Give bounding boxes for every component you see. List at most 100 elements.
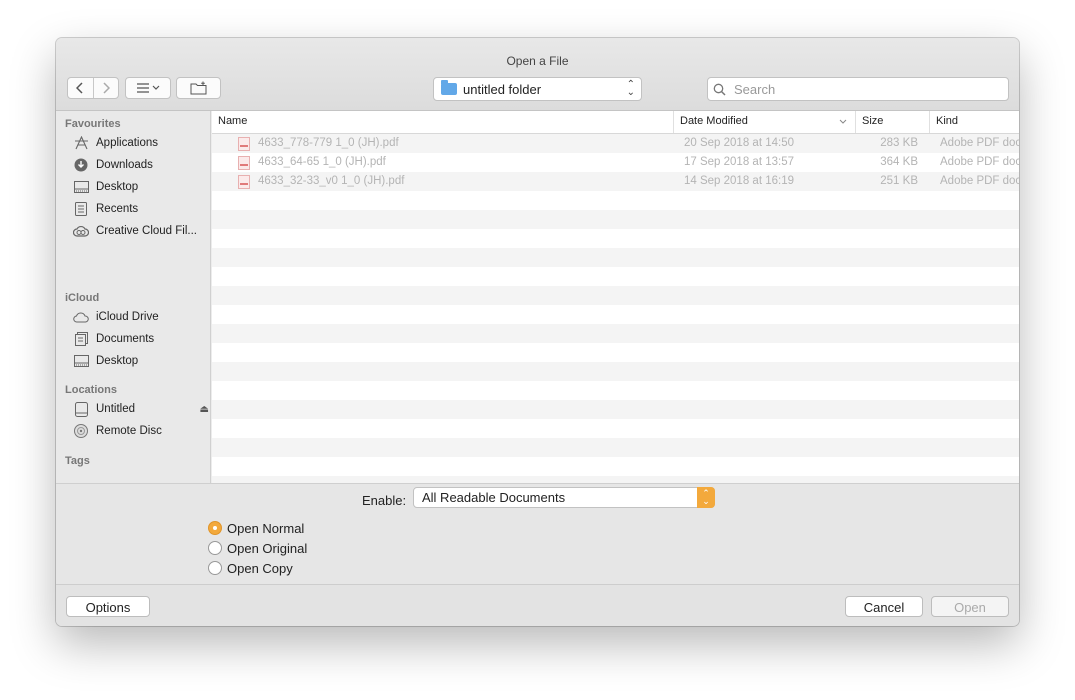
search-icon [713,83,726,96]
sidebar-item-label: Desktop [96,355,139,367]
eject-icon[interactable]: ⏏ [200,404,209,415]
radio-unselected-icon [208,541,222,555]
sidebar-item-icloud-drive[interactable]: iCloud Drive [73,307,209,327]
empty-row [212,305,1019,324]
desktop-icon [73,354,89,368]
sidebar-item-applications[interactable]: Applications [73,133,209,153]
column-header: Name Date Modified Size Kind [212,111,1019,134]
new-folder-button[interactable] [176,77,221,99]
applications-icon [73,136,89,150]
sidebar-item-recents[interactable]: Recents [73,199,209,219]
back-button[interactable] [68,78,94,98]
options-pane: Enable: All Readable Documents ⌃ ⌄ Open N… [56,483,1019,585]
downloads-icon [73,158,89,172]
file-size: 251 KB [880,175,918,187]
sidebar-item-label: Remote Disc [96,425,162,437]
file-list: Name Date Modified Size Kind 4633_778-77… [212,111,1019,483]
empty-row [212,438,1019,457]
file-kind: Adobe PDF document [940,175,1019,187]
file-size: 283 KB [880,137,918,149]
desktop-icon [73,180,89,194]
file-name: 4633_32-33_v0 1_0 (JH).pdf [258,175,405,187]
column-name[interactable]: Name [212,111,674,133]
radio-open-copy[interactable]: Open Copy [208,559,293,577]
file-kind: Adobe PDF document [940,156,1019,168]
radio-selected-icon [208,521,222,535]
sidebar-item-desktop[interactable]: Desktop [73,177,209,197]
radio-label: Open Copy [227,560,293,576]
sidebar-item-remote-disc[interactable]: Remote Disc [73,421,209,441]
empty-row [212,419,1019,438]
sidebar-item-downloads[interactable]: Downloads [73,155,209,175]
sort-chevron-down-icon [839,119,847,124]
empty-row [212,343,1019,362]
file-date: 17 Sep 2018 at 13:57 [684,156,794,168]
empty-row [212,229,1019,248]
documents-icon [73,332,89,346]
empty-row [212,191,1019,210]
disc-icon [73,424,89,438]
search-field [707,77,1009,101]
sidebar-item-documents[interactable]: Documents [73,329,209,349]
chevron-right-icon [103,82,110,94]
dialog-footer: Options Cancel Open [56,584,1019,626]
column-date-label: Date Modified [680,115,748,127]
empty-row [212,324,1019,343]
empty-row [212,362,1019,381]
view-options-button[interactable] [125,77,171,99]
search-input[interactable] [732,80,996,98]
file-row[interactable]: 4633_778-779 1_0 (JH).pdf 20 Sep 2018 at… [212,134,1019,153]
enable-select[interactable]: All Readable Documents ⌃ ⌄ [413,487,715,508]
empty-row [212,381,1019,400]
drive-icon [73,401,89,417]
sidebar-item-label: Untitled [96,403,135,415]
radio-open-original[interactable]: Open Original [208,539,307,557]
empty-row [212,400,1019,419]
file-row[interactable]: 4633_32-33_v0 1_0 (JH).pdf 14 Sep 2018 a… [212,172,1019,191]
column-kind[interactable]: Kind [930,111,1019,133]
file-name: 4633_64-65 1_0 (JH).pdf [258,156,386,168]
folder-icon [441,80,457,95]
radio-open-normal[interactable]: Open Normal [208,519,304,537]
file-date: 14 Sep 2018 at 16:19 [684,175,794,187]
recents-icon [73,202,89,216]
sidebar-header-favourites: Favourites [65,118,121,130]
empty-row [212,267,1019,286]
sidebar-header-icloud: iCloud [65,292,100,304]
location-label: untitled folder [463,81,542,97]
titlebar: Open a File untitled folder ⌃ ⌄ [56,38,1019,111]
pdf-file-icon [238,156,250,170]
open-button[interactable]: Open [931,596,1009,617]
sidebar-item-label: Documents [96,333,155,345]
radio-unselected-icon [208,561,222,575]
file-kind: Adobe PDF document [940,137,1019,149]
sidebar-item-label: iCloud Drive [96,311,159,323]
pdf-file-icon [238,137,250,151]
updown-arrows-icon: ⌃ ⌄ [626,79,635,98]
sidebar-item-icloud-desktop[interactable]: Desktop [73,351,209,371]
sidebar-item-label: Downloads [96,159,153,171]
options-button[interactable]: Options [66,596,150,617]
sidebar-item-label: Recents [96,203,139,215]
sidebar-item-label: Applications [96,137,159,149]
sidebar-item-label: Desktop [96,181,139,193]
new-folder-icon [190,81,206,95]
sidebar-header-locations: Locations [65,384,117,396]
enable-select-value: All Readable Documents [422,490,566,505]
file-name: 4633_778-779 1_0 (JH).pdf [258,137,399,149]
sidebar-item-untitled[interactable]: Untitled ⏏ [73,399,209,419]
location-popup[interactable]: untitled folder ⌃ ⌄ [433,77,642,101]
file-row[interactable]: 4633_64-65 1_0 (JH).pdf 17 Sep 2018 at 1… [212,153,1019,172]
cancel-button[interactable]: Cancel [845,596,923,617]
empty-row [212,248,1019,267]
chevron-left-icon [76,82,83,94]
empty-row [212,476,1019,483]
updown-arrows-icon: ⌃ ⌄ [697,487,715,508]
file-date: 20 Sep 2018 at 14:50 [684,137,794,149]
forward-button[interactable] [94,78,119,98]
sidebar-item-creative-cloud[interactable]: Creative Cloud Fil... [73,221,209,241]
column-size[interactable]: Size [856,111,930,133]
file-size: 364 KB [880,156,918,168]
column-date-modified[interactable]: Date Modified [674,111,856,133]
radio-label: Open Normal [227,520,305,536]
